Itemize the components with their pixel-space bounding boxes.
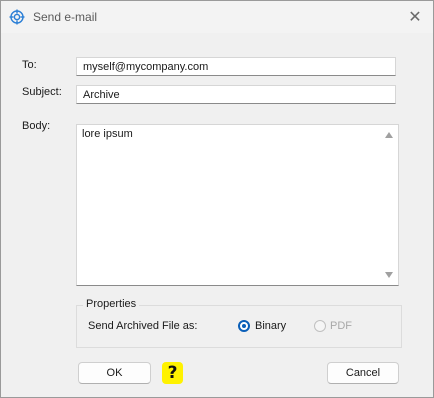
scroll-down-arrow-icon[interactable] [385, 272, 393, 278]
body-textarea[interactable]: lore ipsum [76, 124, 399, 286]
body-text: lore ipsum [82, 128, 133, 140]
properties-group: Properties Send Archived File as: Binary… [76, 298, 402, 348]
properties-legend: Properties [83, 298, 140, 310]
subject-field[interactable]: Archive [76, 85, 396, 104]
send-email-dialog: Send e-mail ✕ To: myself@mycompany.com S… [0, 0, 434, 398]
window-title: Send e-mail [33, 10, 98, 24]
send-as-label: Send Archived File as: [88, 320, 198, 332]
scroll-up-arrow-icon[interactable] [385, 132, 393, 138]
dialog-body: To: myself@mycompany.com Subject: Archiv… [1, 33, 433, 397]
help-button[interactable]: ? [162, 362, 183, 384]
target-icon [9, 9, 25, 25]
close-icon: ✕ [408, 9, 422, 26]
binary-radio[interactable] [238, 320, 250, 332]
subject-label: Subject: [22, 86, 62, 98]
pdf-label[interactable]: PDF [330, 320, 352, 332]
title-bar: Send e-mail ✕ [1, 1, 433, 33]
cancel-button[interactable]: Cancel [327, 362, 399, 384]
body-label: Body: [22, 120, 51, 132]
to-field[interactable]: myself@mycompany.com [76, 57, 396, 76]
close-button[interactable]: ✕ [403, 5, 427, 29]
binary-label[interactable]: Binary [255, 320, 286, 332]
to-label: To: [22, 59, 37, 71]
pdf-radio[interactable] [314, 320, 326, 332]
body-scrollbar[interactable] [381, 125, 398, 285]
ok-button[interactable]: OK [78, 362, 151, 384]
